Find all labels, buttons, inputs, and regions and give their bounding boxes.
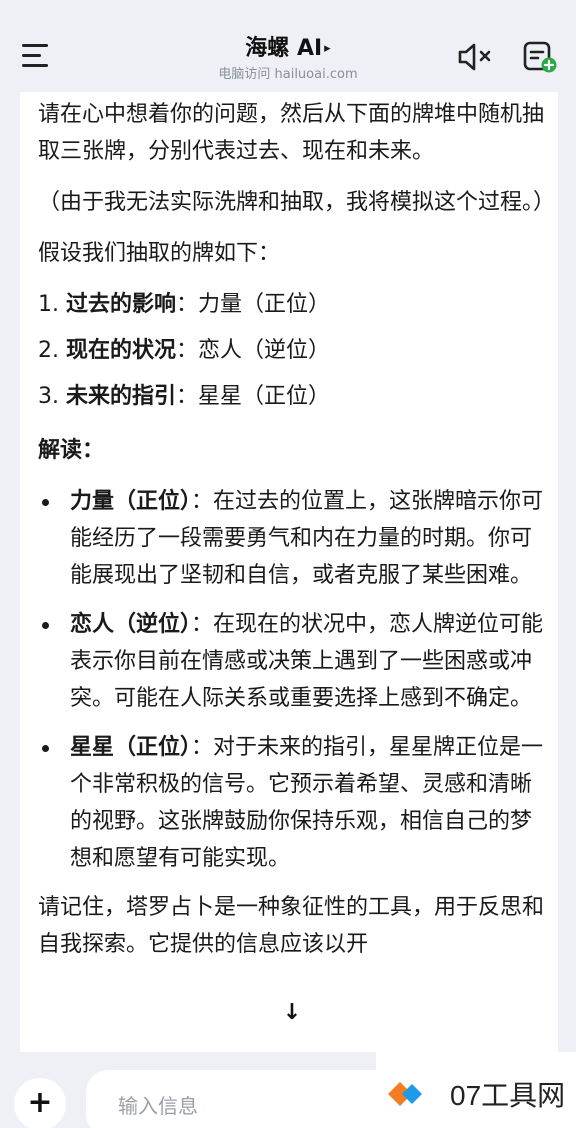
assume-paragraph: 假设我们抽取的牌如下： (38, 241, 281, 266)
draw-sep: ： (176, 292, 199, 317)
new-chat-icon[interactable] (522, 40, 560, 74)
draw-item: 3. 未来的指引：星星（正位） (38, 374, 548, 420)
watermark: 07工具网 (376, 1052, 576, 1128)
interpretation-title: 恋人（逆位） (70, 612, 192, 637)
app-title: 海螺 AI (245, 36, 323, 61)
speaker-mute-icon[interactable] (456, 40, 496, 74)
draw-sep: ： (176, 384, 199, 409)
draw-number: 3. (38, 384, 59, 409)
top-bar: 海螺 AI ▸ 电脑访问 hailuoai.com (0, 0, 576, 92)
draw-number: 2. (38, 338, 59, 363)
interpretation-item: 恋人（逆位）：在现在的状况中，恋人牌逆位可能表示你目前在情感或决策上遇到了一些困… (38, 606, 548, 717)
draw-sep: ： (176, 338, 199, 363)
watermark-text: 07工具网 (450, 1080, 566, 1111)
interpretation-sep: ： (191, 489, 214, 514)
note-paragraph: （由于我无法实际洗牌和抽取，我将模拟这个过程。） (38, 190, 556, 215)
draw-number: 1. (38, 292, 59, 317)
interpretation-sep: ： (191, 735, 214, 760)
intro-paragraph: 请在心中想着你的问题，然后从下面的牌堆中随机抽取三张牌，分别代表过去、现在和未来… (38, 102, 545, 164)
draw-label: 现在的状况 (66, 338, 177, 363)
draw-card: 力量（正位） (198, 292, 331, 317)
watermark-logo-icon (388, 1082, 422, 1106)
interpretation-sep: ： (191, 612, 214, 637)
add-button[interactable]: + (14, 1078, 66, 1128)
input-placeholder: 输入信息 (118, 1094, 198, 1118)
draw-item: 1. 过去的影响：力量（正位） (38, 282, 548, 328)
chat-message: 请在心中想着你的问题，然后从下面的牌堆中随机抽取三张牌，分别代表过去、现在和未来… (20, 92, 558, 1052)
draw-card: 恋人（逆位） (198, 338, 331, 363)
scroll-down-icon[interactable]: ↓ (277, 998, 307, 1028)
message-input[interactable]: 输入信息 (86, 1070, 386, 1128)
interpretation-item: 力量（正位）：在过去的位置上，这张牌暗示你可能经历了一段需要勇气和内在力量的时期… (38, 483, 548, 594)
play-arrow-icon: ▸ (324, 41, 331, 56)
draw-card: 星星（正位） (198, 384, 331, 409)
draw-label: 未来的指引 (66, 384, 177, 409)
interpretation-title: 星星（正位） (70, 735, 192, 760)
draw-label: 过去的影响 (66, 292, 177, 317)
interpretation-heading: 解读： (38, 438, 105, 463)
draw-item: 2. 现在的状况：恋人（逆位） (38, 328, 548, 374)
interpretation-item: 星星（正位）：对于未来的指引，星星牌正位是一个非常积极的信号。它预示着希望、灵感… (38, 729, 548, 877)
message-body: 请在心中想着你的问题，然后从下面的牌堆中随机抽取三张牌，分别代表过去、现在和未来… (38, 96, 556, 977)
interpretation-title: 力量（正位） (70, 489, 192, 514)
closing-paragraph: 请记住，塔罗占卜是一种象征性的工具，用于反思和自我探索。它提供的信息应该以开 (38, 895, 545, 957)
